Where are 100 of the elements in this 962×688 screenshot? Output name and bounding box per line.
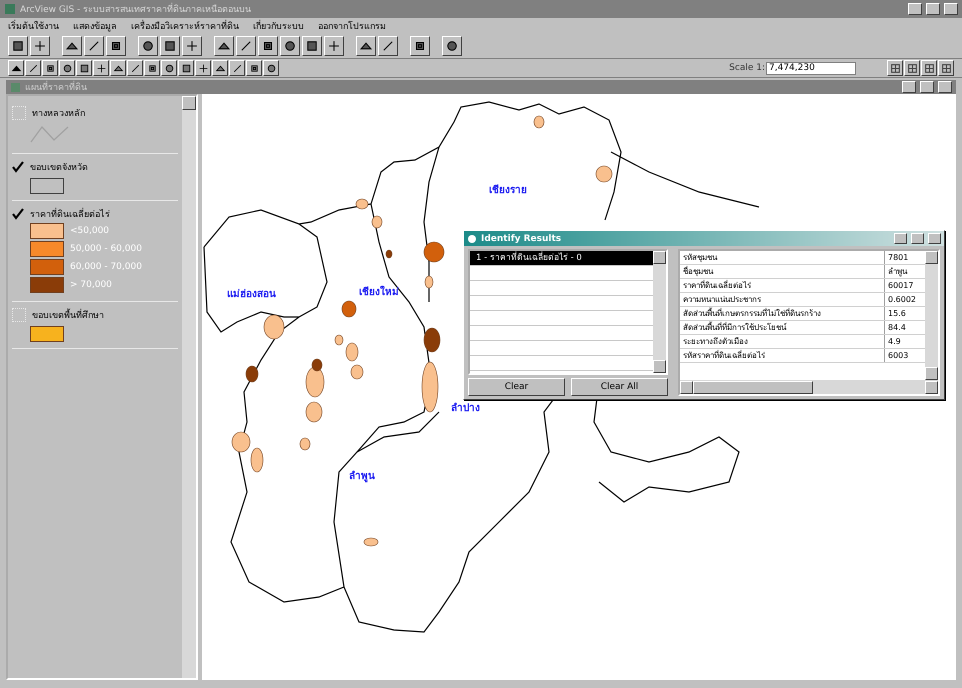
close-button[interactable] xyxy=(938,81,952,93)
tool-button[interactable] xyxy=(229,60,245,76)
toolbar-button[interactable] xyxy=(280,36,300,56)
class-range-label: 60,000 - 70,000 xyxy=(70,262,142,272)
close-button[interactable] xyxy=(928,233,941,244)
minimize-button[interactable] xyxy=(908,3,922,15)
toolbar-button[interactable] xyxy=(356,36,376,56)
toolbar-button[interactable] xyxy=(378,36,398,56)
province-label: ลำพูน xyxy=(349,471,375,482)
tool-button[interactable] xyxy=(246,60,262,76)
tool-button[interactable] xyxy=(42,60,58,76)
maximize-button[interactable] xyxy=(926,3,940,15)
layer-checkbox[interactable] xyxy=(12,161,24,173)
toolbar-button[interactable] xyxy=(30,36,50,56)
layer-name[interactable]: ทางหลวงหลัก xyxy=(32,106,85,120)
toolbar-button[interactable] xyxy=(258,36,278,56)
field-name-cell: ราคาที่ดินเฉลี่ยต่อไร่ xyxy=(680,278,884,292)
maximize-button[interactable] xyxy=(911,233,924,244)
toolbar-button[interactable] xyxy=(106,36,126,56)
menu-item[interactable]: เริ่มต้นใช้งาน xyxy=(8,19,59,33)
dialog-button[interactable]: Clear xyxy=(468,378,565,396)
line-icon xyxy=(239,39,253,53)
tool-button[interactable] xyxy=(59,60,75,76)
minimize-button[interactable] xyxy=(902,81,916,93)
land-price-patch xyxy=(246,366,258,382)
tool-button[interactable] xyxy=(938,60,954,76)
scroll-up-button[interactable] xyxy=(182,96,196,110)
scroll-down-button[interactable] xyxy=(925,367,938,380)
scroll-up-button[interactable] xyxy=(925,251,938,264)
tool-button[interactable] xyxy=(8,60,24,76)
menu-item[interactable]: เครื่องมือวิเคราะห์ราคาที่ดิน xyxy=(131,19,239,33)
province-label: ลำปาง xyxy=(451,403,480,414)
scroll-left-button[interactable] xyxy=(680,380,693,394)
grid-icon xyxy=(906,62,918,74)
tool-button[interactable] xyxy=(161,60,177,76)
line-icon xyxy=(130,62,140,74)
toolbar-button[interactable] xyxy=(302,36,322,56)
tool-button[interactable] xyxy=(25,60,41,76)
plus-icon xyxy=(198,62,208,74)
scroll-right-button[interactable] xyxy=(925,380,938,394)
tool-button[interactable] xyxy=(110,60,126,76)
tool-button[interactable] xyxy=(178,60,194,76)
line-symbol-icon xyxy=(30,124,70,144)
toolbar-button[interactable] xyxy=(236,36,256,56)
land-price-patch xyxy=(364,538,378,546)
toolbar-button[interactable] xyxy=(182,36,202,56)
toolbar-button[interactable] xyxy=(214,36,234,56)
field-name-cell: ระยะทางถึงตัวเมือง xyxy=(680,334,884,348)
tool-button[interactable] xyxy=(144,60,160,76)
land-price-patch xyxy=(300,438,310,450)
scroll-down-button[interactable] xyxy=(653,360,666,373)
plus-icon xyxy=(185,39,199,53)
tool-button[interactable] xyxy=(904,60,920,76)
result-item[interactable]: 1 - ราคาที่ดินเฉลี่ยต่อไร่ - 0 xyxy=(470,251,653,266)
tool-button[interactable] xyxy=(212,60,228,76)
tool-button[interactable] xyxy=(93,60,109,76)
class-range-label: > 70,000 xyxy=(70,280,112,290)
dialog-title: Identify Results xyxy=(481,234,562,244)
tool-button[interactable] xyxy=(887,60,903,76)
toolbar-button[interactable] xyxy=(138,36,158,56)
land-price-patch xyxy=(356,198,368,210)
close-button[interactable] xyxy=(944,3,958,15)
circle-icon xyxy=(283,39,297,53)
dialog-button[interactable]: Clear All xyxy=(571,378,668,396)
toolbar-button[interactable] xyxy=(84,36,104,56)
plus-icon xyxy=(327,39,341,53)
land-price-patch xyxy=(386,250,392,258)
tool-button[interactable] xyxy=(127,60,143,76)
toolbar-button[interactable] xyxy=(160,36,180,56)
menu-item[interactable]: เกี่ยวกับระบบ xyxy=(253,19,304,33)
land-price-patch xyxy=(422,362,438,412)
tool-button[interactable] xyxy=(921,60,937,76)
scroll-up-button[interactable] xyxy=(653,251,666,264)
layer-checkbox[interactable] xyxy=(12,208,24,220)
window-title: ArcView GIS - ระบบสารสนเทศราคาที่ดินภาคเหนือตอนบน xyxy=(20,2,904,16)
scale-field[interactable]: 7,474,230 xyxy=(766,62,856,74)
tool-button[interactable] xyxy=(195,60,211,76)
land-price-patch xyxy=(334,334,344,346)
maximize-button[interactable] xyxy=(920,81,934,93)
scrollbar-thumb[interactable] xyxy=(693,380,813,394)
land-price-patch xyxy=(534,116,544,128)
toolbar-button[interactable] xyxy=(442,36,462,56)
toolbar-button[interactable] xyxy=(8,36,28,56)
toolbar-button[interactable] xyxy=(324,36,344,56)
menu-item[interactable]: แสดงข้อมูล xyxy=(73,19,117,33)
field-name-cell: ชื่อชุมชน xyxy=(680,264,884,278)
toolbar-button[interactable] xyxy=(62,36,82,56)
toolbar-button[interactable] xyxy=(410,36,430,56)
scale-label: Scale 1: xyxy=(729,63,765,73)
field-name-cell: สัดส่วนพื้นที่เกษตรกรรมที่ไม่ใช่ที่ดินรกร้าง xyxy=(680,306,884,320)
tool-button[interactable] xyxy=(263,60,279,76)
square-icon xyxy=(11,39,25,53)
minimize-button[interactable] xyxy=(894,233,907,244)
layer-name[interactable]: ขอบเขตจังหวัด xyxy=(30,160,88,174)
polygon-symbol-icon xyxy=(30,178,64,194)
layer-name[interactable]: ขอบเขตพื้นที่ศึกษา xyxy=(32,308,104,322)
menu-item[interactable]: ออกจากโปรแกรม xyxy=(318,19,386,33)
land-price-patch xyxy=(372,216,382,228)
layer-name[interactable]: ราคาที่ดินเฉลี่ยต่อไร่ xyxy=(30,207,110,221)
tool-button[interactable] xyxy=(76,60,92,76)
